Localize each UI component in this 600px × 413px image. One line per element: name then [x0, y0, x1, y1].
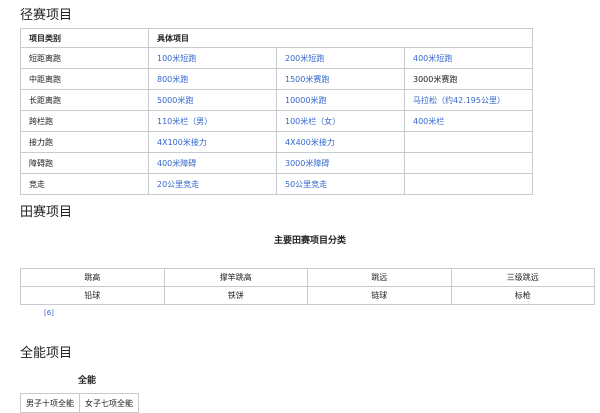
event-link[interactable]: 400米障碍 [157, 159, 196, 168]
event-link[interactable]: 800米跑 [157, 75, 188, 84]
field-event-cell: 三级跳远 [450, 268, 595, 287]
combined-heading: 全能项目 [20, 346, 73, 361]
track-events-table: 项目类别 具体项目 短距离跑 100米短跑 200米短跑 400米短跑 中距离跑… [20, 28, 533, 195]
field-table-caption: 主要田赛项目分类 [273, 236, 346, 246]
field-event-cell: 标枪 [450, 286, 595, 305]
category-cell: 长距离跑 [20, 89, 149, 111]
track-heading: 径赛项目 [20, 8, 73, 23]
category-cell: 接力跑 [20, 131, 149, 153]
category-cell: 短距离跑 [20, 47, 149, 69]
table-row: 接力跑 4X100米接力 4X400米接力 [20, 131, 533, 153]
combined-event-cell: 男子十项全能 [20, 393, 80, 413]
event-link[interactable]: 4X400米接力 [285, 138, 335, 147]
col-header-category: 项目类别 [20, 28, 149, 48]
event-link[interactable]: 50公里竞走 [285, 180, 327, 189]
empty-cell [404, 131, 533, 153]
event-link[interactable]: 10000米跑 [285, 96, 326, 105]
table-row: 男子十项全能 女子七项全能 [20, 393, 139, 413]
empty-cell [404, 173, 533, 195]
event-link[interactable]: 100米栏（女） [285, 117, 340, 126]
combined-event-cell: 女子七项全能 [79, 393, 139, 413]
category-cell: 障碍跑 [20, 152, 149, 174]
event-link[interactable]: 400米栏 [413, 117, 444, 126]
combined-events-table: 男子十项全能 女子七项全能 [20, 393, 139, 413]
table-row: 竞走 20公里竞走 50公里竞走 [20, 173, 533, 195]
table-row: 跨栏跑 110米栏（男） 100米栏（女） 400米栏 [20, 110, 533, 132]
event-link[interactable]: 1500米赛跑 [285, 75, 329, 84]
field-events-table: 跳高 撑竿跳高 跳远 三级跳远 铅球 铁饼 链球 标枪 [20, 268, 595, 305]
field-event-cell: 链球 [307, 286, 452, 305]
event-link[interactable]: 400米短跑 [413, 54, 452, 63]
category-cell: 中距离跑 [20, 68, 149, 90]
table-row: 障碍跑 400米障碍 3000米障碍 [20, 152, 533, 174]
field-event-cell: 铁饼 [163, 286, 308, 305]
table-row: 长距离跑 5000米跑 10000米跑 马拉松（约42.195公里） [20, 89, 533, 111]
event-link[interactable]: 4X100米接力 [157, 138, 207, 147]
field-event-cell: 铅球 [20, 286, 165, 305]
field-heading: 田赛项目 [20, 205, 73, 220]
col-header-events: 具体项目 [148, 28, 533, 48]
combined-table-caption: 全能 [78, 376, 97, 386]
event-link[interactable]: 100米短跑 [157, 54, 196, 63]
event-link[interactable]: 马拉松（约42.195公里） [413, 96, 505, 105]
field-event-cell: 跳高 [20, 268, 165, 287]
event-text: 3000米赛跑 [413, 74, 458, 84]
event-link[interactable]: 5000米跑 [157, 96, 193, 105]
event-link[interactable]: 3000米障碍 [285, 159, 329, 168]
field-event-cell: 跳远 [307, 268, 452, 287]
table-row: 铅球 铁饼 链球 标枪 [20, 286, 595, 305]
event-link[interactable]: 20公里竞走 [157, 180, 199, 189]
table-row: 中距离跑 800米跑 1500米赛跑 3000米赛跑 [20, 68, 533, 90]
table-row: 短距离跑 100米短跑 200米短跑 400米短跑 [20, 47, 533, 69]
reference-link[interactable]: [6] [44, 309, 54, 317]
empty-cell [404, 152, 533, 174]
event-link[interactable]: 110米栏（男） [157, 117, 212, 126]
event-link[interactable]: 200米短跑 [285, 54, 324, 63]
table-row: 跳高 撑竿跳高 跳远 三级跳远 [20, 268, 595, 287]
field-event-cell: 撑竿跳高 [163, 268, 308, 287]
category-cell: 竞走 [20, 173, 149, 195]
category-cell: 跨栏跑 [20, 110, 149, 132]
